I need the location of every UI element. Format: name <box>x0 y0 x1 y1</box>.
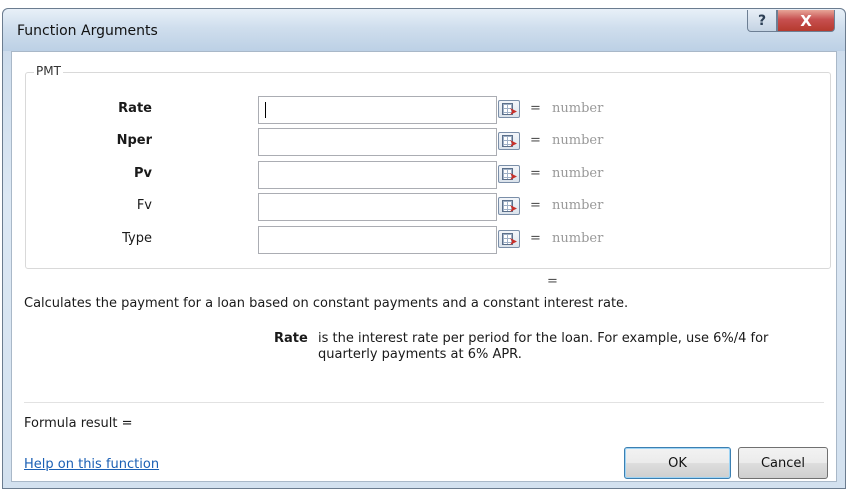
function-name-label: PMT <box>34 64 63 78</box>
argument-result: number <box>552 166 604 181</box>
argument-result: number <box>552 133 604 148</box>
argument-row-rate: Rate = number <box>26 96 726 124</box>
argument-row-pv: Pv = number <box>26 161 726 189</box>
dialog-body: PMT Rate = number Nper = number Pv = num… <box>11 51 837 482</box>
collapse-dialog-icon[interactable] <box>498 230 520 248</box>
rate-input[interactable] <box>258 96 497 124</box>
collapse-dialog-icon[interactable] <box>498 197 520 215</box>
collapse-dialog-icon[interactable] <box>498 132 520 150</box>
argument-help-text: is the interest rate per period for the … <box>318 331 769 362</box>
nper-input[interactable] <box>258 128 497 156</box>
help-button[interactable]: ? <box>747 10 777 32</box>
collapse-dialog-icon[interactable] <box>498 100 520 118</box>
argument-help-name: Rate <box>274 331 308 346</box>
function-description: Calculates the payment for a loan based … <box>24 296 629 311</box>
ok-button[interactable]: OK <box>624 447 731 479</box>
equals-sign: = <box>530 198 541 213</box>
function-arguments-dialog: Function Arguments ? X PMT Rate = number… <box>2 8 846 489</box>
close-button[interactable]: X <box>777 10 835 32</box>
title-bar[interactable]: Function Arguments ? X <box>3 9 845 51</box>
arguments-group: PMT Rate = number Nper = number Pv = num… <box>25 64 831 269</box>
help-on-function-link[interactable]: Help on this function <box>24 457 159 472</box>
argument-label: Rate <box>118 101 152 116</box>
argument-result: number <box>552 231 604 246</box>
fv-input[interactable] <box>258 193 497 221</box>
argument-row-nper: Nper = number <box>26 128 726 156</box>
type-input[interactable] <box>258 226 497 254</box>
argument-label: Nper <box>116 133 152 148</box>
dialog-title: Function Arguments <box>17 23 158 39</box>
divider <box>24 402 824 403</box>
equals-sign: = <box>530 133 541 148</box>
argument-label: Pv <box>133 166 152 181</box>
equals-sign: = <box>530 166 541 181</box>
equals-sign: = <box>530 101 541 116</box>
function-result-equals: = <box>547 274 558 289</box>
argument-label: Type <box>122 231 152 246</box>
argument-row-type: Type = number <box>26 226 726 254</box>
argument-label: Fv <box>136 198 152 213</box>
argument-result: number <box>552 101 604 116</box>
equals-sign: = <box>530 231 541 246</box>
argument-result: number <box>552 198 604 213</box>
pv-input[interactable] <box>258 161 497 189</box>
collapse-dialog-icon[interactable] <box>498 165 520 183</box>
formula-result: Formula result = <box>24 416 133 431</box>
cancel-button[interactable]: Cancel <box>738 447 828 479</box>
argument-row-fv: Fv = number <box>26 193 726 221</box>
